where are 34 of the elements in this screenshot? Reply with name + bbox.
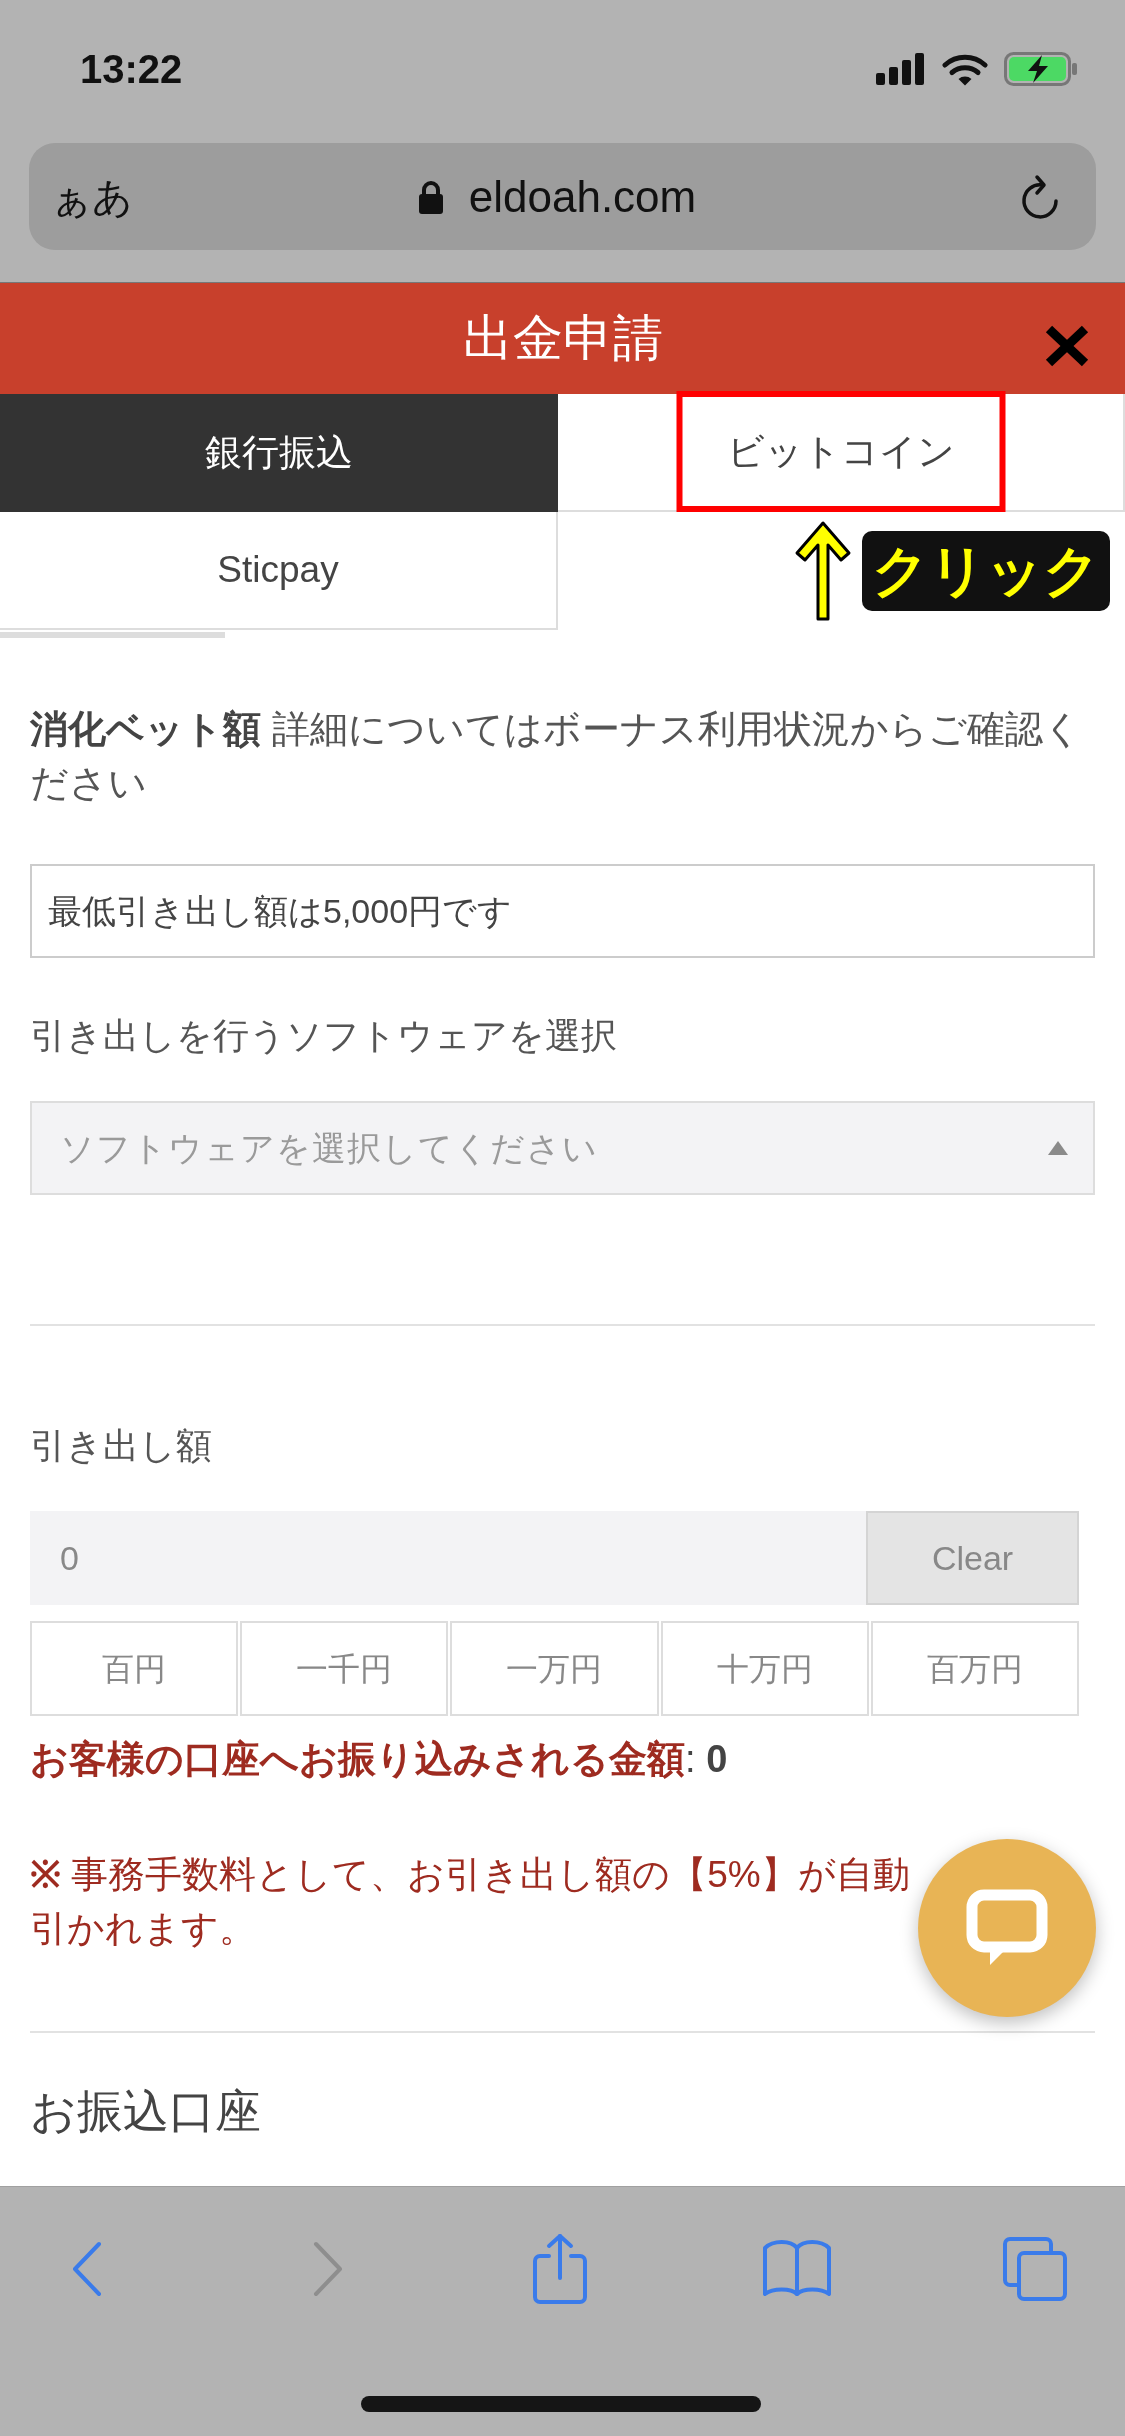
quick-amount-button[interactable]: 一万円 [450,1621,659,1716]
amount-label: 引き出し額 [30,1424,213,1468]
minimum-amount-notice: 最低引き出し額は5,000円です [30,864,1095,958]
text-size-button[interactable]: ぁあ [51,166,133,227]
account-section-title: お振込口座 [30,2084,262,2139]
lock-icon [416,178,445,215]
overlapping-squares-icon[interactable] [1001,2235,1069,2303]
software-label: 引き出しを行うソフトウェアを選択 [30,1014,618,1058]
quick-amount-button[interactable]: 十万円 [660,1621,869,1716]
page-title: 出金申請 [462,309,663,368]
back-chevron-icon[interactable] [72,2241,102,2297]
speech-bubble-icon [966,1889,1048,1967]
share-icon[interactable] [531,2232,589,2306]
triangle-up-icon [1047,1140,1069,1156]
quick-amount-button[interactable]: 百円 [30,1621,239,1716]
status-time: 13:22 [80,46,183,93]
battery-icon [1004,52,1078,86]
payment-tab[interactable]: Sticpay [0,512,558,630]
clear-button[interactable]: Clear [866,1511,1079,1605]
close-icon[interactable] [1044,323,1090,368]
transfer-total-text: お客様の口座へお振り込みされる金額: 0 [30,1737,729,1782]
quick-amount-button[interactable]: 百万円 [870,1621,1079,1716]
fee-note: ※ 事務手数料として、お引き出し額の【5%】が自動 引かれます。 [30,1853,910,1951]
software-select[interactable]: ソフトウェアを選択してください [30,1101,1095,1195]
payment-tab[interactable]: ビットコイン [558,394,1125,512]
wifi-icon [942,52,988,86]
signal-icon [876,53,926,85]
url-text: eldoah.com [468,170,697,223]
payment-tab[interactable]: 銀行振込 [0,394,558,512]
amount-input[interactable]: 0 [30,1511,866,1605]
intro-text: 消化ベット額 詳細についてはボーナス利用状況からご確認ください [30,707,1083,806]
quick-amount-button[interactable]: 一千円 [240,1621,449,1716]
annotation-label: クリック [862,531,1110,611]
up-arrow-icon [794,520,852,622]
